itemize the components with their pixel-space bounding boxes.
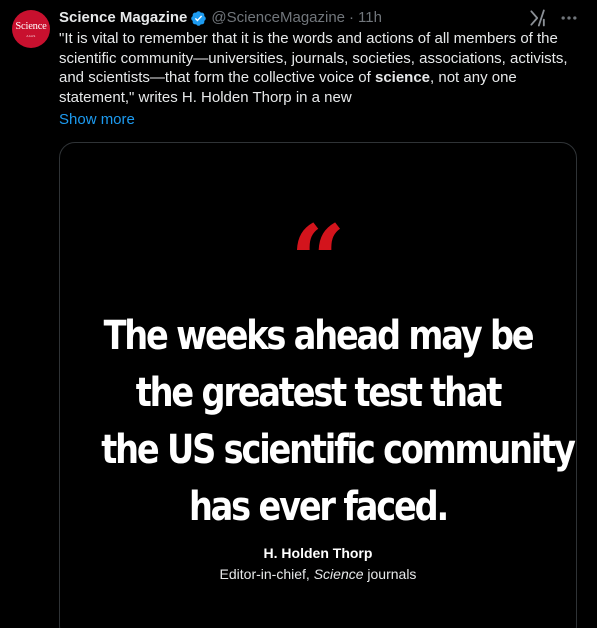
quote-headline: The weeks ahead may be the greatest test… (101, 308, 576, 536)
quote-line: the greatest test that (135, 370, 503, 416)
handle[interactable]: @ScienceMagazine (211, 8, 345, 28)
tweet[interactable]: Science AAAS Science Magazine @ScienceMa… (0, 0, 597, 628)
quote-line: has ever faced. (188, 484, 449, 530)
show-more-link[interactable]: Show more (59, 110, 135, 130)
quote-author: H. Holden Thorp (263, 545, 373, 561)
timestamp[interactable]: 11h (358, 8, 382, 28)
author-title-publication: Science (313, 566, 364, 582)
author-title-suffix: journals (363, 566, 417, 582)
tweet-header: Science Magazine @ScienceMagazine · 11h (59, 7, 382, 29)
media-image[interactable]: “ The weeks ahead may be the greatest te… (59, 142, 577, 628)
more-options-icon[interactable] (557, 6, 581, 30)
quote-line: The weeks ahead may be (103, 313, 535, 359)
verified-badge-icon[interactable] (190, 10, 207, 27)
display-name[interactable]: Science Magazine (59, 8, 187, 28)
quote-mark-icon: “ (290, 204, 346, 317)
quote-line: the US scientific community (101, 427, 576, 473)
author-title-prefix: Editor-in-chief, (219, 566, 314, 582)
tweet-text-hashtag-science: science (374, 69, 431, 86)
quote-author-title: Editor-in-chief, Science journals (60, 564, 576, 584)
tweet-text: "It is vital to remember that it is the … (59, 29, 579, 107)
avatar-logo-text: Science (15, 20, 47, 32)
grok-icon[interactable] (526, 6, 550, 30)
avatar-logo-subtext: AAAS (26, 34, 36, 39)
avatar[interactable]: Science AAAS (12, 10, 50, 48)
separator-dot: · (349, 9, 355, 26)
